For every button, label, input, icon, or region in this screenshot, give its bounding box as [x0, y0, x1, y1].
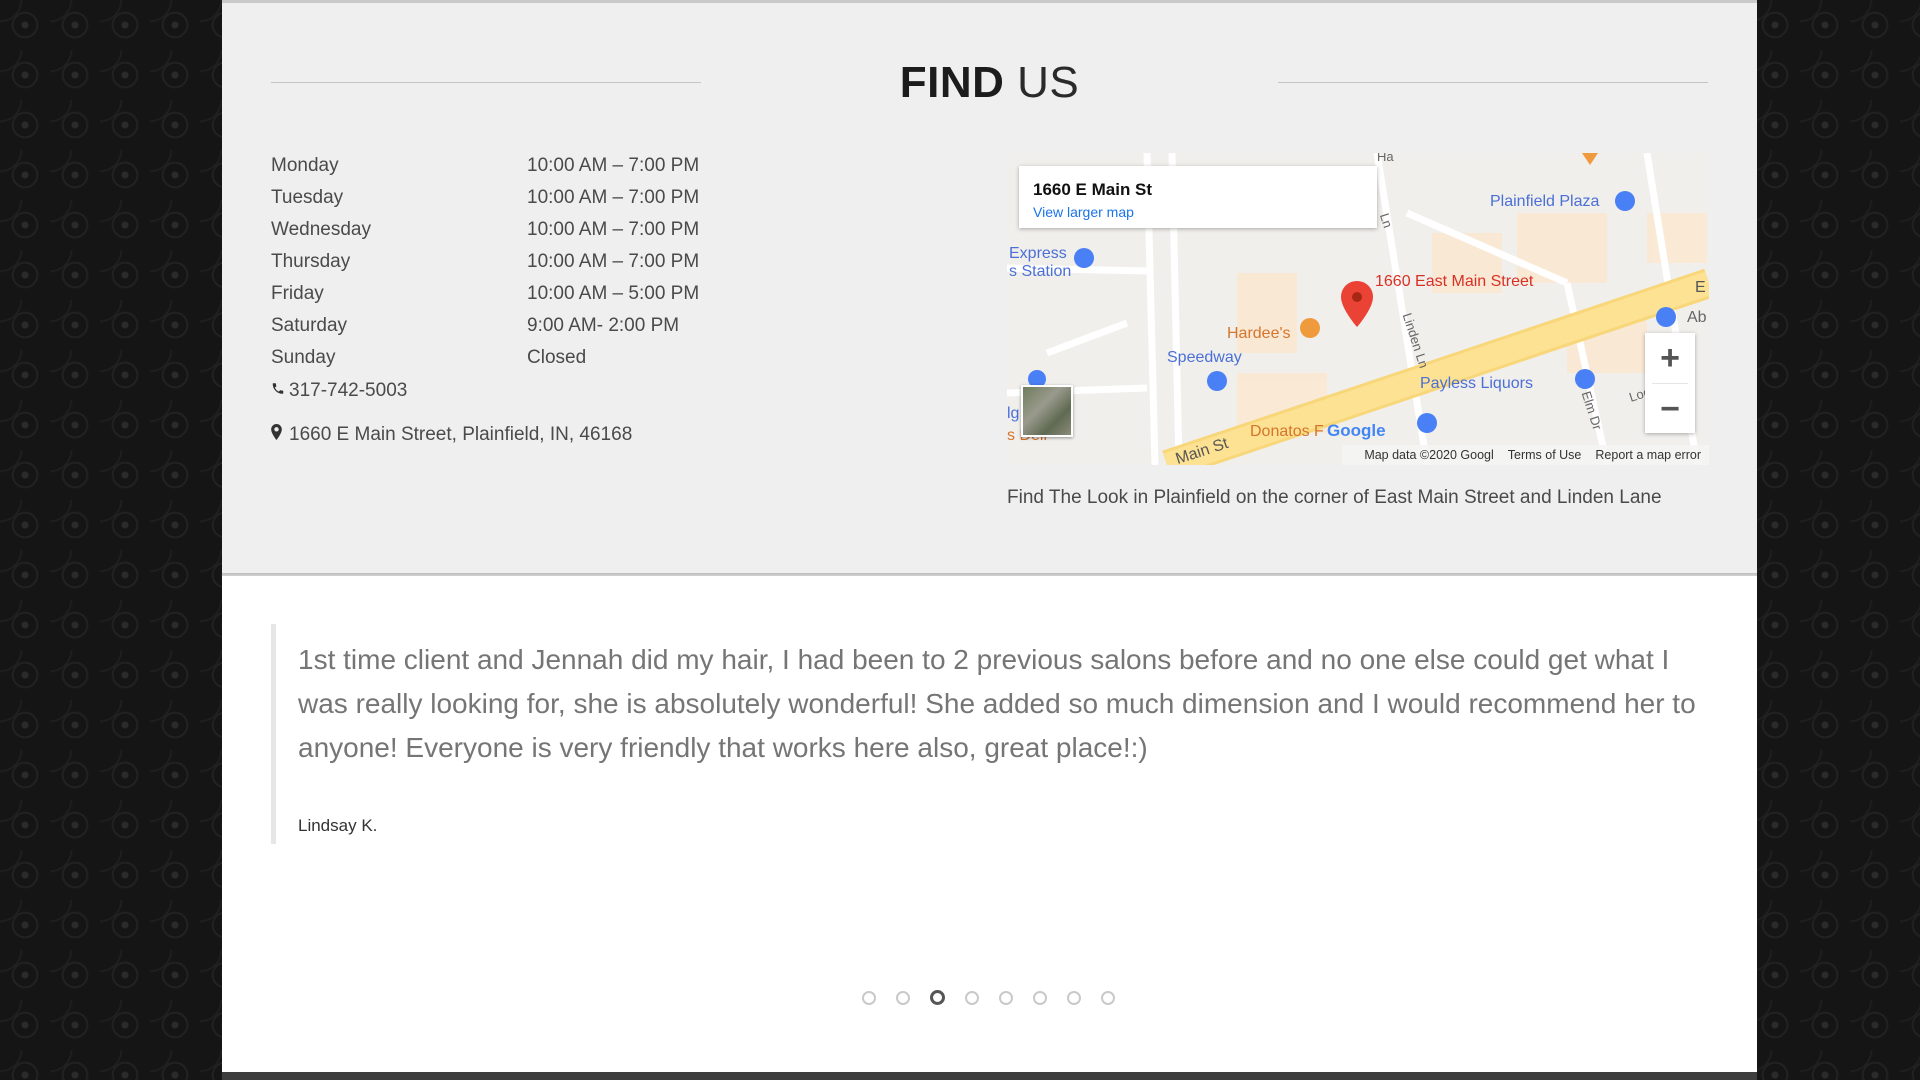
hours-row: Sunday Closed	[271, 347, 751, 379]
day-label: Monday	[271, 155, 339, 176]
testimonial-quote: 1st time client and Jennah did my hair, …	[271, 624, 1716, 844]
hours-value: 10:00 AM – 7:00 PM	[527, 187, 700, 208]
map-attribution: Map data ©2020 Googl Terms of Use Report a…	[1342, 445, 1709, 465]
footer-bar	[222, 1072, 1757, 1080]
carousel-dot[interactable]	[1101, 991, 1115, 1005]
embedded-map[interactable]: 1660 E Main St View larger map 1660 East…	[1007, 153, 1709, 465]
zoom-out-button[interactable]: −	[1645, 384, 1695, 434]
map-label-plainfield-plaza: Plainfield Plaza	[1490, 193, 1600, 210]
google-logo-text: Google	[1327, 421, 1386, 440]
map-data-notice: Map data ©2020 Googl	[1364, 448, 1494, 462]
hours-value: Closed	[527, 347, 587, 368]
terms-of-use-link[interactable]: Terms of Use	[1508, 448, 1582, 462]
zoom-control: + −	[1645, 333, 1695, 433]
map-label-donatos: Donatos F	[1250, 423, 1324, 440]
map-caption: Find The Look in Plainfield on the corne…	[1007, 487, 1662, 508]
hours-value: 10:00 AM – 7:00 PM	[527, 219, 700, 240]
carousel-dot[interactable]	[1033, 991, 1047, 1005]
title-light: US	[1017, 58, 1080, 107]
business-hours: Monday 10:00 AM – 7:00 PM Tuesday 10:00 AM…	[271, 155, 751, 379]
carousel-dot-active[interactable]	[930, 990, 945, 1005]
hours-row: Monday 10:00 AM – 7:00 PM	[271, 155, 751, 187]
map-label-speedway: Speedway	[1167, 349, 1242, 366]
day-label: Saturday	[271, 315, 348, 336]
day-label: Sunday	[271, 347, 336, 368]
find-us-header: FIND US	[271, 58, 1708, 108]
map-label-ab: Ab	[1687, 309, 1707, 326]
phone-number[interactable]: 317-742-5003	[289, 380, 407, 401]
phone-line[interactable]: 317-742-5003	[271, 380, 407, 402]
carousel-dot[interactable]	[896, 991, 910, 1005]
hours-row: Friday 10:00 AM – 5:00 PM	[271, 283, 751, 315]
map-label-express-station: Express s Station	[1009, 245, 1072, 280]
quote-author: Lindsay K.	[298, 816, 378, 835]
quote-text: 1st time client and Jennah did my hair, …	[298, 644, 1696, 763]
map-marker-icon	[271, 424, 287, 446]
hours-row: Tuesday 10:00 AM – 7:00 PM	[271, 187, 751, 219]
map-label-e: E	[1695, 279, 1706, 296]
view-larger-map-link[interactable]: View larger map	[1033, 204, 1134, 220]
testimonial-section: 1st time client and Jennah did my hair, …	[222, 576, 1757, 1072]
carousel-pagination	[862, 990, 1135, 1010]
title-bold: FIND	[899, 58, 1005, 107]
carousel-dot[interactable]	[999, 991, 1013, 1005]
carousel-dot[interactable]	[965, 991, 979, 1005]
hours-value: 9:00 AM- 2:00 PM	[527, 315, 680, 336]
google-logo: Google	[1327, 421, 1386, 441]
pin-label: 1660 East Main Street	[1375, 273, 1534, 290]
title-divider-right	[1278, 82, 1708, 83]
map-info-card: 1660 E Main St View larger map	[1019, 166, 1377, 228]
day-label: Tuesday	[271, 187, 344, 208]
map-label-lg: lg	[1007, 405, 1020, 422]
map-label-ha: Ha	[1377, 153, 1394, 164]
address-text: 1660 E Main Street, Plainfield, IN, 4616…	[289, 424, 633, 445]
day-label: Thursday	[271, 251, 351, 272]
zoom-in-button[interactable]: +	[1645, 333, 1695, 383]
map-label-hardees: Hardee's	[1227, 325, 1291, 342]
phone-icon	[271, 380, 287, 402]
address-line: 1660 E Main Street, Plainfield, IN, 4616…	[271, 424, 632, 446]
page: FIND US Monday 10:00 AM – 7:00 PM Tuesday…	[222, 0, 1757, 1080]
map-label-payless-liquors: Payless Liquors	[1420, 375, 1533, 392]
report-map-error-link[interactable]: Report a map error	[1595, 448, 1701, 462]
day-label: Wednesday	[271, 219, 371, 240]
hours-row: Thursday 10:00 AM – 7:00 PM	[271, 251, 751, 283]
carousel-dot[interactable]	[862, 991, 876, 1005]
satellite-toggle[interactable]	[1021, 385, 1073, 437]
hours-value: 10:00 AM – 7:00 PM	[527, 251, 700, 272]
hours-value: 10:00 AM – 5:00 PM	[527, 283, 700, 304]
day-label: Friday	[271, 283, 324, 304]
hours-row: Saturday 9:00 AM- 2:00 PM	[271, 315, 751, 347]
carousel-dot[interactable]	[1067, 991, 1081, 1005]
find-us-section: FIND US Monday 10:00 AM – 7:00 PM Tuesday…	[222, 0, 1757, 579]
section-title: FIND US	[271, 58, 1708, 108]
hours-row: Wednesday 10:00 AM – 7:00 PM	[271, 219, 751, 251]
map-card-address: 1660 E Main St	[1033, 180, 1153, 199]
hours-value: 10:00 AM – 7:00 PM	[527, 155, 700, 176]
